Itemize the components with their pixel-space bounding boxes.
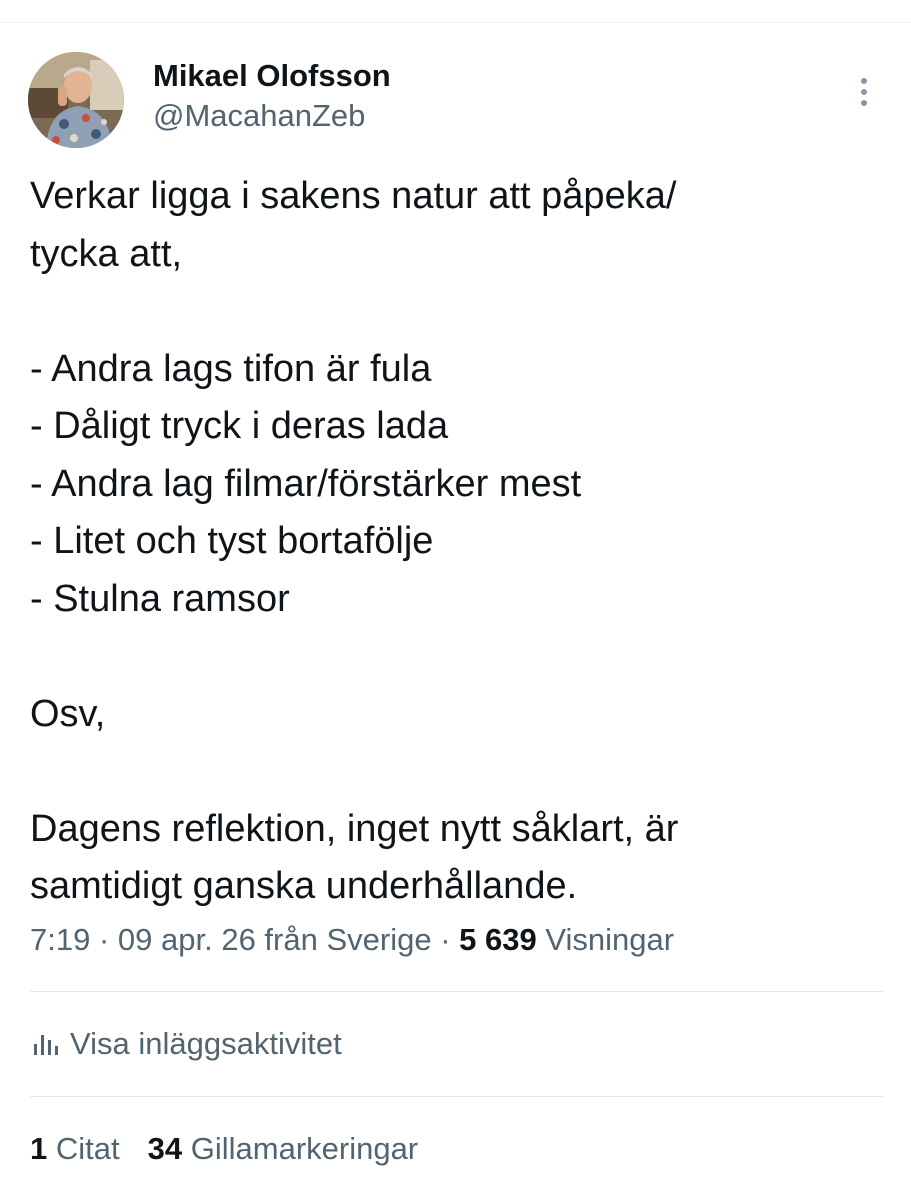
likes-stat[interactable]: 34 Gillamarkeringar <box>148 1131 419 1166</box>
views-count: 5 639 <box>459 922 537 957</box>
tweet-header: Mikael Olofsson @MacahanZeb <box>28 52 883 148</box>
author-names: Mikael Olofsson @MacahanZeb <box>153 56 391 136</box>
activity-label: Visa inläggsaktivitet <box>70 1026 342 1061</box>
tweet-date-source[interactable]: 09 apr. 26 från Sverige <box>118 922 432 957</box>
divider <box>30 1096 883 1097</box>
quotes-count: 1 <box>30 1131 48 1166</box>
tweet-meta: 7:19 · 09 apr. 26 från Sverige · 5 639 V… <box>30 918 674 962</box>
avatar[interactable] <box>28 52 124 148</box>
quotes-stat[interactable]: 1 Citat <box>30 1131 120 1166</box>
tweet-line-blank <box>30 283 890 341</box>
tweet-line: - Litet och tyst bortafölje <box>30 520 434 562</box>
handle[interactable]: @MacahanZeb <box>153 96 391 136</box>
tweet-line: Dagens reflektion, inget nytt såklart, ä… <box>30 807 679 850</box>
tweet-line-blank <box>30 628 890 686</box>
divider <box>30 991 883 992</box>
top-divider <box>0 22 911 23</box>
tweet-line: - Andra lags tifon är fula <box>30 347 432 390</box>
tweet-line: - Andra lag filmar/förstärker mest <box>30 462 582 505</box>
meta-separator: · <box>98 922 110 957</box>
tweet-time[interactable]: 7:19 <box>30 922 90 957</box>
tweet-line: - Dåligt tryck i deras lada <box>30 405 449 447</box>
tweet-line: Osv, <box>30 692 106 735</box>
more-options-button[interactable] <box>850 72 878 112</box>
tweet-line-blank <box>30 743 890 801</box>
tweet-text: Verkar ligga i sakens natur att påpeka/ … <box>30 168 890 916</box>
more-dots-icon <box>861 78 867 84</box>
tweet-line: tycka att, <box>30 232 183 275</box>
tweet-stats: 1 Citat 34 Gillamarkeringar <box>30 1127 418 1171</box>
more-dots-icon-part <box>861 89 867 95</box>
likes-label: Gillamarkeringar <box>190 1131 419 1166</box>
tweet-line: - Stulna ramsor <box>30 577 290 620</box>
quotes-label: Citat <box>55 1131 120 1166</box>
views-label: Visningar <box>545 922 675 957</box>
avatar-image <box>28 52 124 148</box>
tweet-line: samtidigt ganska underhållande. <box>30 865 578 907</box>
more-dots-icon-part <box>861 100 867 106</box>
likes-count: 34 <box>147 1131 183 1166</box>
bar-chart-icon <box>34 1035 58 1055</box>
tweet-line: Verkar ligga i sakens natur att påpeka/ <box>30 175 677 217</box>
view-post-activity-button[interactable]: Visa inläggsaktivitet <box>30 1022 342 1066</box>
meta-separator: · <box>440 922 451 957</box>
display-name[interactable]: Mikael Olofsson <box>153 56 391 96</box>
